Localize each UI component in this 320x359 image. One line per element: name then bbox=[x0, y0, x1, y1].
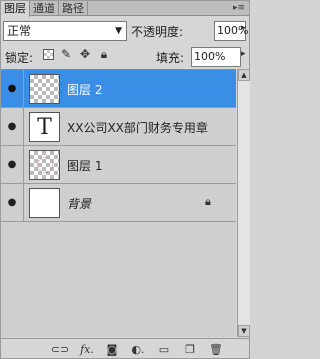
tab-channels[interactable]: 通道 bbox=[30, 1, 59, 16]
blend-mode-select[interactable]: 正常 ▼ bbox=[3, 21, 127, 41]
divider bbox=[23, 184, 24, 221]
trash-icon[interactable]: 🗑︎ bbox=[209, 342, 223, 356]
chevron-down-icon: ▼ bbox=[115, 26, 122, 36]
fill-input[interactable]: 100% bbox=[191, 47, 241, 67]
fill-arrow-icon[interactable]: ▸ bbox=[241, 49, 246, 59]
layer-row[interactable]: ● 背景 🔒︎ bbox=[1, 184, 236, 222]
bottom-toolbar: ⊂⊃ fx. ◙ ◐. ▭ ❐ 🗑︎ bbox=[1, 338, 249, 358]
layer-list: ● 图层 2 ● T XX公司XX部门财务专用章 ● 图层 1 ● 背景 🔒︎ bbox=[1, 69, 236, 337]
fx-icon[interactable]: fx. bbox=[77, 342, 97, 356]
lock-paint-icon[interactable]: ✎ bbox=[59, 47, 73, 61]
lock-icon: 🔒︎ bbox=[205, 195, 211, 208]
opacity-arrow-icon[interactable]: ▸ bbox=[241, 23, 246, 33]
tab-bar: 图层 通道 路径 ▸≡ bbox=[1, 1, 249, 17]
layer-name: 图层 1 bbox=[67, 159, 103, 173]
lock-move-icon[interactable]: ✥ bbox=[78, 47, 92, 61]
panel-menu-icon[interactable]: ▸≡ bbox=[233, 3, 245, 13]
layer-name: 背景 bbox=[67, 197, 92, 211]
layer-name: 图层 2 bbox=[67, 83, 103, 97]
divider bbox=[23, 70, 24, 107]
layer-thumbnail bbox=[29, 150, 60, 180]
eye-icon[interactable]: ● bbox=[4, 120, 20, 132]
lock-transparency-icon[interactable] bbox=[43, 48, 54, 60]
layer-name: XX公司XX部门财务专用章 bbox=[67, 121, 208, 135]
mask-icon[interactable]: ◙ bbox=[105, 342, 119, 356]
eye-icon[interactable]: ● bbox=[4, 82, 20, 94]
scroll-down-icon[interactable]: ▼ bbox=[238, 325, 250, 337]
blend-mode-value: 正常 bbox=[7, 24, 32, 38]
divider bbox=[23, 108, 24, 145]
layers-panel: 图层 通道 路径 ▸≡ 正常 ▼ 不透明度: 100% ▸ 锁定: ✎ ✥ 🔒︎… bbox=[0, 0, 250, 359]
layer-row[interactable]: ● 图层 1 bbox=[1, 146, 236, 184]
tab-paths[interactable]: 路径 bbox=[59, 1, 88, 16]
new-layer-icon[interactable]: ❐ bbox=[183, 342, 197, 356]
scroll-up-icon[interactable]: ▲ bbox=[238, 69, 250, 81]
lock-label: 锁定: bbox=[5, 51, 34, 65]
link-icon[interactable]: ⊂⊃ bbox=[51, 342, 69, 356]
scrollbar[interactable]: ▲ ▼ bbox=[237, 69, 250, 337]
text-layer-thumbnail: T bbox=[29, 112, 60, 142]
divider bbox=[23, 146, 24, 183]
fill-label: 填充: bbox=[156, 51, 185, 65]
layer-row[interactable]: ● 图层 2 bbox=[1, 70, 236, 108]
eye-icon[interactable]: ● bbox=[4, 196, 20, 208]
lock-all-icon[interactable]: 🔒︎ bbox=[97, 47, 111, 61]
opacity-label: 不透明度: bbox=[131, 25, 184, 39]
tab-layers[interactable]: 图层 bbox=[1, 1, 30, 17]
lock-controls: ✎ ✥ 🔒︎ bbox=[43, 47, 111, 61]
eye-icon[interactable]: ● bbox=[4, 158, 20, 170]
group-icon[interactable]: ▭ bbox=[157, 342, 171, 356]
stamp-shape bbox=[37, 157, 53, 173]
layer-thumbnail bbox=[29, 74, 60, 104]
layer-row[interactable]: ● T XX公司XX部门财务专用章 bbox=[1, 108, 236, 146]
adjustment-icon[interactable]: ◐. bbox=[131, 342, 145, 356]
background-thumbnail bbox=[29, 188, 60, 218]
